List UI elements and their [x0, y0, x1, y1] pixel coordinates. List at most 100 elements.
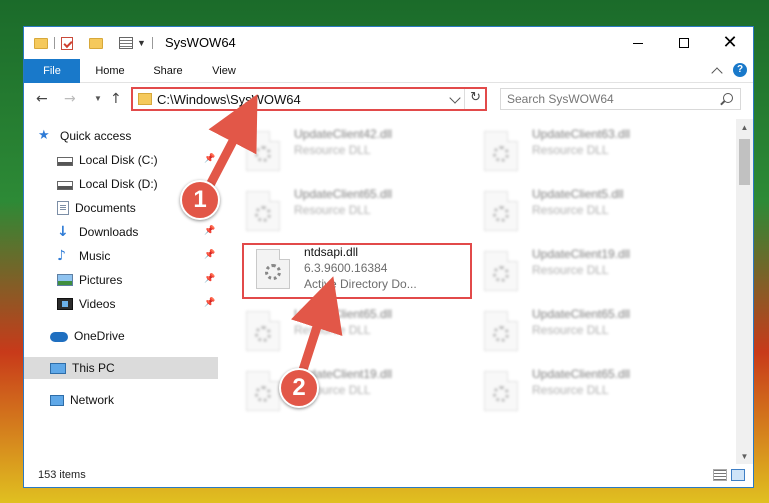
file-item[interactable]: UpdateClient5.dll Resource DLL	[476, 183, 708, 237]
nav-item-pictures[interactable]: Pictures	[57, 269, 122, 291]
tab-file[interactable]: File	[24, 59, 80, 83]
pin-icon[interactable]: 📌	[204, 250, 215, 260]
pin-icon[interactable]: 📌	[204, 274, 215, 284]
dll-file-icon	[256, 249, 290, 289]
gear-icon	[493, 386, 509, 402]
file-item[interactable]: UpdateClient19.dll Resource DLL	[238, 363, 470, 417]
window-title: SysWOW64	[165, 35, 236, 50]
file-type: Resource DLL	[294, 203, 371, 217]
nav-item-label: Videos	[79, 297, 116, 311]
file-description: Active Directory Do...	[304, 277, 417, 291]
file-version: 6.3.9600.16384	[304, 261, 388, 275]
download-icon: ↓	[57, 224, 69, 240]
dll-file-icon	[484, 371, 518, 411]
file-item[interactable]: UpdateClient19.dll Resource DLL	[476, 243, 708, 297]
navigation-row: ← → ▼ ↑ C:\Windows\SysWOW64 ↻ Search Sys…	[24, 84, 753, 116]
videos-icon	[57, 298, 73, 310]
folder-icon[interactable]	[34, 37, 48, 49]
nav-item-downloads[interactable]: ↓ Downloads	[57, 221, 138, 243]
nav-item-label: Downloads	[79, 225, 139, 239]
file-item[interactable]: UpdateClient65.dll Resource DLL	[238, 183, 470, 237]
nav-item-onedrive[interactable]: OneDrive	[50, 325, 125, 347]
minimize-button[interactable]	[615, 27, 661, 59]
gear-icon	[255, 326, 271, 342]
file-list: UpdateClient42.dll Resource DLL UpdateCl…	[230, 123, 735, 463]
tab-home[interactable]: Home	[87, 59, 133, 83]
properties-icon[interactable]	[61, 36, 73, 50]
status-bar: 153 items	[24, 464, 753, 487]
dll-file-icon	[246, 371, 280, 411]
address-bar[interactable]: C:\Windows\SysWOW64 ↻	[131, 87, 487, 111]
customize-toolbar-caret-icon[interactable]: ▼	[137, 38, 146, 48]
expand-ribbon-chevron-icon[interactable]	[711, 66, 723, 79]
file-name: UpdateClient42.dll	[294, 127, 393, 141]
file-item[interactable]: UpdateClient63.dll Resource DLL	[476, 123, 708, 177]
forward-arrow-icon[interactable]: →	[64, 91, 76, 107]
scroll-thumb[interactable]	[739, 139, 750, 185]
drive-icon	[57, 181, 73, 190]
help-icon[interactable]: ?	[733, 63, 747, 77]
nav-item-label: Music	[79, 249, 111, 263]
up-arrow-icon[interactable]: ↑	[110, 91, 122, 107]
nav-item-videos[interactable]: Videos	[57, 293, 115, 315]
file-name: UpdateClient19.dll	[532, 247, 631, 261]
address-dropdown-chevron-icon[interactable]	[449, 92, 461, 104]
file-item[interactable]: UpdateClient65.dll Resource DLL	[238, 303, 470, 357]
tab-view[interactable]: View	[202, 59, 246, 83]
search-input[interactable]: Search SysWOW64	[500, 88, 741, 110]
tab-share[interactable]: Share	[144, 59, 192, 83]
file-name: UpdateClient63.dll	[532, 127, 631, 141]
close-button[interactable]: ✕	[707, 27, 753, 59]
file-type: Resource DLL	[294, 383, 371, 397]
file-name: UpdateClient65.dll	[532, 367, 631, 381]
search-icon[interactable]	[723, 93, 733, 103]
scroll-up-icon[interactable]: ▲	[736, 119, 753, 136]
file-name: ntdsapi.dll	[304, 245, 359, 259]
close-icon: ✕	[722, 32, 738, 53]
file-item[interactable]: UpdateClient65.dll Resource DLL	[476, 363, 708, 417]
nav-item-local-disk-d[interactable]: Local Disk (D:)	[57, 173, 158, 195]
nav-item-documents[interactable]: Documents	[57, 197, 136, 219]
pin-icon[interactable]: 📌	[204, 202, 215, 212]
gear-icon	[493, 326, 509, 342]
nav-item-label: OneDrive	[74, 329, 125, 343]
gear-icon	[265, 264, 281, 280]
navigation-pane: ★ Quick access Local Disk (C:) 📌 Local D…	[24, 123, 220, 463]
nav-item-network[interactable]: Network	[50, 389, 114, 411]
back-arrow-icon[interactable]: ←	[36, 91, 48, 107]
nav-item-local-disk-c[interactable]: Local Disk (C:)	[57, 149, 158, 171]
pin-icon[interactable]: 📌	[204, 154, 215, 164]
network-icon	[50, 394, 64, 406]
details-view-icon[interactable]	[713, 469, 727, 481]
nav-item-label: Network	[70, 393, 115, 407]
nav-item-music[interactable]: ♪ Music	[57, 245, 110, 267]
tiles-view-icon[interactable]	[731, 469, 745, 481]
maximize-button[interactable]	[661, 27, 707, 59]
nav-item-this-pc[interactable]: This PC	[50, 357, 115, 379]
recent-locations-caret-icon[interactable]: ▼	[94, 94, 102, 103]
dll-file-icon	[484, 251, 518, 291]
nav-item-label: Local Disk (C:)	[79, 153, 158, 167]
refresh-icon[interactable]: ↻	[470, 90, 481, 105]
toolbar-divider	[54, 37, 55, 49]
file-explorer-window: ▼ SysWOW64 ✕ File Home Share View ? ← → …	[23, 26, 754, 488]
scroll-down-icon[interactable]: ▼	[736, 448, 753, 465]
pin-icon[interactable]: 📌	[204, 226, 215, 236]
view-list-icon[interactable]	[119, 37, 133, 49]
nav-item-quick-access[interactable]: ★ Quick access	[38, 125, 131, 147]
file-type: Resource DLL	[294, 323, 371, 337]
pin-icon[interactable]: 📌	[204, 298, 215, 308]
search-placeholder: Search SysWOW64	[507, 92, 614, 106]
file-item[interactable]: UpdateClient65.dll Resource DLL	[476, 303, 708, 357]
file-item[interactable]: UpdateClient42.dll Resource DLL	[238, 123, 470, 177]
drive-icon	[57, 157, 73, 166]
onedrive-icon	[50, 332, 68, 342]
file-item-ntdsapi[interactable]: ntdsapi.dll 6.3.9600.16384 Active Direct…	[248, 241, 480, 295]
address-path[interactable]: C:\Windows\SysWOW64	[157, 92, 301, 107]
file-name: UpdateClient5.dll	[532, 187, 624, 201]
new-folder-icon[interactable]	[89, 37, 103, 49]
file-type: Resource DLL	[532, 323, 609, 337]
vertical-scrollbar[interactable]: ▲ ▼	[736, 119, 753, 465]
nav-item-label: Local Disk (D:)	[79, 177, 158, 191]
file-type: Resource DLL	[532, 263, 609, 277]
